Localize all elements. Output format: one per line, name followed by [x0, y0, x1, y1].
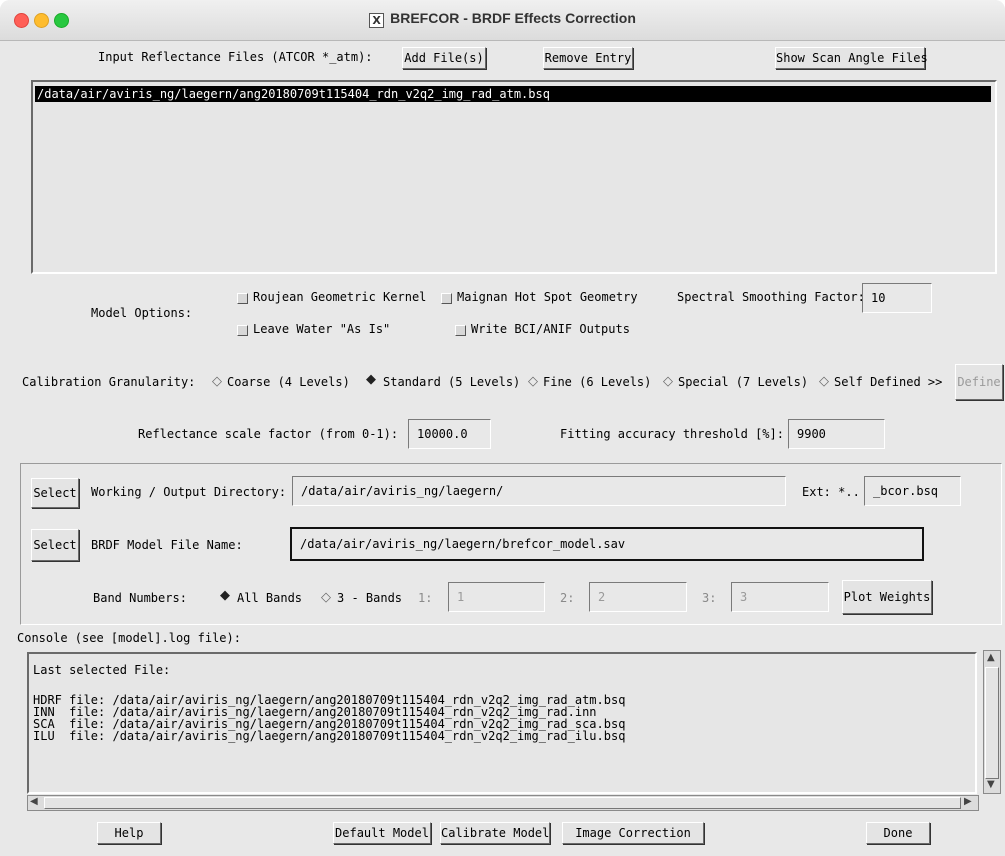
- band1-input[interactable]: 1: [448, 582, 545, 612]
- write-bci-label: Write BCI/ANIF Outputs: [471, 322, 630, 336]
- console-hscroll-thumb[interactable]: [44, 797, 961, 809]
- radio-standard-label: Standard (5 Levels): [383, 375, 521, 389]
- radio-3-bands-label: 3 - Bands: [337, 591, 403, 605]
- ext-input[interactable]: _bcor.bsq: [864, 476, 961, 506]
- radio-fine[interactable]: ◇: [526, 375, 540, 389]
- maignan-checkbox[interactable]: [441, 293, 452, 304]
- band2-input[interactable]: 2: [589, 582, 687, 612]
- image-correction-button[interactable]: Image Correction: [562, 822, 704, 844]
- band3-input[interactable]: 3: [731, 582, 829, 612]
- x11-app-icon: X: [369, 13, 385, 28]
- done-button[interactable]: Done: [866, 822, 930, 844]
- remove-entry-button[interactable]: Remove Entry: [543, 47, 633, 69]
- leave-water-checkbox[interactable]: [237, 325, 248, 336]
- band3-label: 3:: [702, 591, 717, 605]
- working-dir-label: Working / Output Directory:: [91, 485, 287, 499]
- band2-label: 2:: [560, 591, 575, 605]
- model-file-input[interactable]: /data/air/aviris_ng/laegern/brefcor_mode…: [290, 527, 924, 561]
- calibrate-model-button[interactable]: Calibrate Model: [440, 822, 550, 844]
- ext-label: Ext: *..: [802, 485, 860, 499]
- show-scan-angle-files-button[interactable]: Show Scan Angle Files: [775, 47, 928, 69]
- console-horizontal-scrollbar[interactable]: ◀ ▶: [27, 795, 979, 811]
- spectral-smoothing-input[interactable]: 10: [862, 283, 932, 313]
- scroll-up-icon[interactable]: ▲: [987, 652, 995, 663]
- console-output[interactable]: Last selected File: HDRF file: /data/air…: [27, 652, 977, 794]
- define-button[interactable]: Define: [955, 364, 1003, 400]
- model-options-label: Model Options:: [91, 306, 193, 320]
- radio-self-defined[interactable]: ◇: [817, 375, 831, 389]
- add-files-button[interactable]: Add File(s): [402, 47, 486, 69]
- input-files-label: Input Reflectance Files (ATCOR *_atm):: [98, 50, 373, 64]
- write-bci-checkbox[interactable]: [455, 325, 466, 336]
- fitting-accuracy-label: Fitting accuracy threshold [%]:: [560, 427, 784, 441]
- reflectance-scale-input[interactable]: 10000.0: [408, 419, 491, 449]
- radio-fine-label: Fine (6 Levels): [543, 375, 652, 389]
- roujean-label: Roujean Geometric Kernel: [253, 290, 427, 304]
- radio-self-defined-label: Self Defined >>: [834, 375, 943, 389]
- input-files-list[interactable]: /data/air/aviris_ng/laegern/ang20180709t…: [31, 80, 997, 274]
- radio-all-bands-label: All Bands: [237, 591, 303, 605]
- title-bar: X BREFCOR - BRDF Effects Correction: [0, 0, 1005, 41]
- radio-3-bands[interactable]: ◇: [319, 591, 333, 605]
- help-button[interactable]: Help: [97, 822, 161, 844]
- list-item[interactable]: /data/air/aviris_ng/laegern/ang20180709t…: [35, 86, 991, 102]
- roujean-checkbox[interactable]: [237, 293, 248, 304]
- radio-special-label: Special (7 Levels): [678, 375, 809, 389]
- console-vertical-scrollbar[interactable]: ▲ ▼: [983, 650, 1001, 794]
- band1-label: 1:: [418, 591, 433, 605]
- scroll-right-icon[interactable]: ▶: [964, 796, 972, 807]
- console-label: Console (see [model].log file):: [17, 631, 241, 645]
- reflectance-scale-label: Reflectance scale factor (from 0-1):: [138, 427, 399, 441]
- console-vscroll-thumb[interactable]: [985, 667, 999, 779]
- radio-special[interactable]: ◇: [661, 375, 675, 389]
- default-model-button[interactable]: Default Model: [333, 822, 431, 844]
- window-title: BREFCOR - BRDF Effects Correction: [390, 10, 636, 26]
- maignan-label: Maignan Hot Spot Geometry: [457, 290, 638, 304]
- calibration-granularity-label: Calibration Granularity:: [22, 375, 196, 389]
- scroll-left-icon[interactable]: ◀: [30, 796, 38, 807]
- spectral-smoothing-label: Spectral Smoothing Factor:: [677, 290, 865, 304]
- radio-all-bands[interactable]: ◆: [218, 589, 232, 603]
- brefcor-window: X BREFCOR - BRDF Effects Correction Input…: [0, 0, 1005, 856]
- fitting-accuracy-input[interactable]: 9900: [788, 419, 885, 449]
- radio-coarse-label: Coarse (4 Levels): [227, 375, 350, 389]
- console-line: ILU file: /data/air/aviris_ng/laegern/an…: [33, 729, 626, 743]
- console-line: Last selected File:: [33, 663, 171, 677]
- select-model-file-button[interactable]: Select: [31, 529, 79, 561]
- radio-coarse[interactable]: ◇: [210, 375, 224, 389]
- working-dir-input[interactable]: /data/air/aviris_ng/laegern/: [292, 476, 786, 506]
- radio-standard[interactable]: ◆: [364, 373, 378, 387]
- select-working-dir-button[interactable]: Select: [31, 478, 79, 508]
- window-title-wrap: X BREFCOR - BRDF Effects Correction: [0, 10, 1005, 28]
- model-file-label: BRDF Model File Name:: [91, 538, 243, 552]
- band-numbers-label: Band Numbers:: [93, 591, 187, 605]
- plot-weights-button[interactable]: Plot Weights: [842, 580, 932, 614]
- scroll-down-icon[interactable]: ▼: [987, 779, 995, 790]
- leave-water-label: Leave Water "As Is": [253, 322, 391, 336]
